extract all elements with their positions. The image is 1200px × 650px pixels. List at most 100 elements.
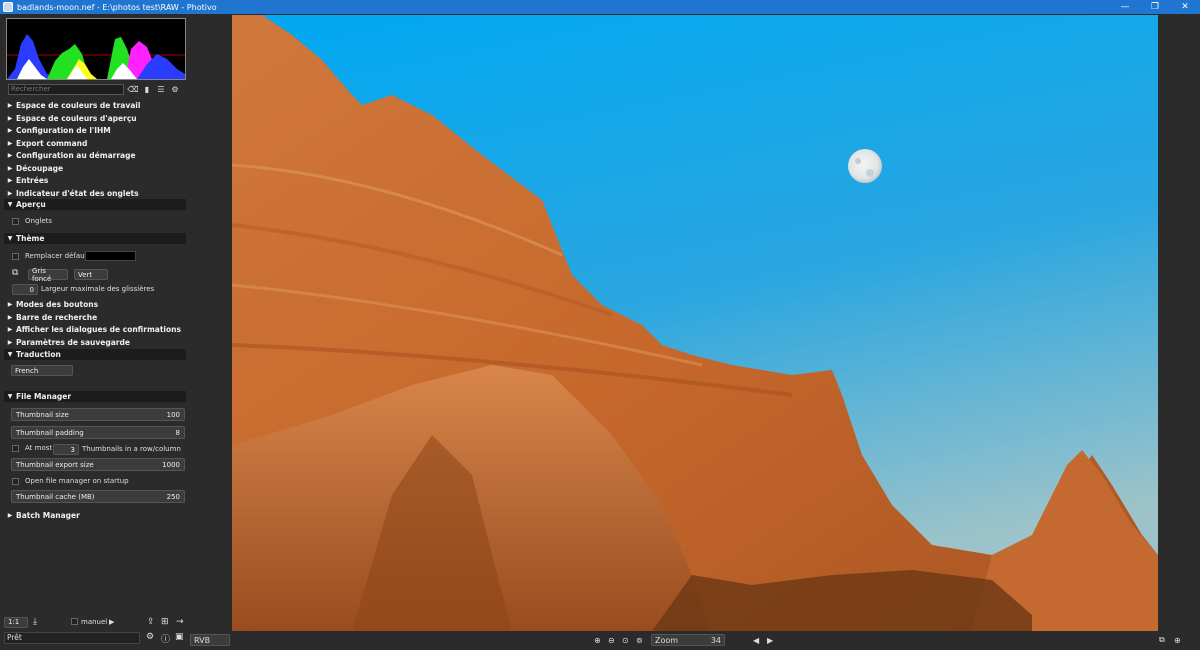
zoom-in-icon[interactable]: ⊕ [594, 634, 601, 646]
section-apercu[interactable]: ▼ Aperçu [4, 199, 186, 210]
clear-search-icon[interactable]: ⌫ [127, 84, 138, 95]
gear-icon[interactable]: ⚙ [170, 84, 180, 95]
language-select[interactable]: French [11, 365, 73, 376]
section-label: Thème [16, 234, 45, 243]
thumbnail-size-value: 100 [166, 410, 180, 419]
section-indicateur-onglets[interactable]: ▶ Indicateur d'état des onglets [4, 188, 186, 199]
app-icon [3, 2, 13, 12]
expand-arrow-icon: ▶ [7, 127, 13, 134]
remplacer-checkbox[interactable] [12, 252, 19, 260]
onglets-label: Onglets [25, 217, 53, 225]
thumbnail-size-slider[interactable]: Thumbnail size 100 [11, 408, 185, 421]
slider-width-input[interactable]: 0 [12, 284, 38, 295]
download-icon[interactable]: ⤓ [33, 617, 37, 627]
section-label: Configuration de l'IHM [16, 126, 111, 135]
collapse-arrow-icon: ▼ [7, 393, 13, 400]
bookmark-icon[interactable]: ▮ [142, 84, 152, 95]
left-toolbar: 1:1 ⤓ manuel ▶ ⇪ ⊞ → [0, 616, 190, 628]
section-label: Aperçu [16, 200, 46, 209]
zoom-fit-icon[interactable]: ⊙ [622, 634, 629, 646]
section-label: Batch Manager [16, 511, 80, 520]
section-label: Entrées [16, 176, 49, 185]
onglets-checkbox[interactable] [12, 217, 19, 225]
thumbnail-cache-slider[interactable]: Thumbnail cache (MB) 250 [11, 490, 185, 503]
thumbnail-padding-slider[interactable]: Thumbnail padding 8 [11, 426, 185, 439]
photo-badlands-moon [232, 15, 1158, 631]
section-label: Paramètres de sauvegarde [16, 337, 130, 347]
remplacer-label: Remplacer défaut [25, 252, 88, 260]
expand-arrow-icon: ▶ [7, 139, 13, 147]
manuel-checkbox[interactable] [71, 618, 78, 625]
settings-icon[interactable]: ⚙ [146, 632, 154, 642]
color-mode-select[interactable]: RVB [190, 634, 230, 646]
section-batch-manager[interactable]: ▶ Batch Manager [4, 510, 186, 521]
manuel-label: manuel [81, 618, 108, 626]
collapse-arrow-icon: ▼ [7, 235, 13, 242]
thumbnail-padding-label: Thumbnail padding [16, 428, 84, 437]
at-most-checkbox[interactable] [12, 444, 19, 452]
next-image-icon[interactable]: ▶ [767, 634, 773, 646]
tile-view-icon[interactable]: ⧉ [1159, 634, 1165, 646]
batch-add-icon[interactable]: ⊞ [161, 617, 169, 627]
section-label: Indicateur d'état des onglets [16, 188, 139, 198]
onglets-option[interactable]: Onglets [12, 217, 52, 225]
expand-arrow-icon: ▶ [7, 114, 13, 122]
previous-image-icon[interactable]: ◀ [753, 634, 759, 646]
zoom-ratio-select[interactable]: 1:1 [4, 616, 28, 628]
expand-arrow-icon: ▶ [7, 338, 13, 346]
search-input[interactable]: Rechercher [8, 84, 124, 95]
thumbnail-export-value: 1000 [162, 460, 180, 469]
section-file-manager[interactable]: ▼ File Manager [4, 391, 186, 402]
section-espace-travail[interactable]: ▶ Espace de couleurs de travail [4, 100, 186, 111]
play-icon[interactable]: ▶ [109, 618, 114, 626]
histogram [6, 18, 186, 80]
section-label: Espace de couleurs d'aperçu [16, 113, 137, 123]
at-most-label: At most [25, 444, 53, 452]
viewport-right-margin [1158, 14, 1200, 631]
thumbnails-rowcol-label: Thumbnails in a row/column [82, 445, 181, 453]
section-config-demarrage[interactable]: ▶ Configuration au démarrage [4, 150, 186, 161]
section-entrees[interactable]: ▶ Entrées [4, 175, 186, 186]
section-traduction[interactable]: ▼ Traduction [4, 349, 186, 360]
color-swatch[interactable] [85, 251, 136, 261]
thumbnail-export-slider[interactable]: Thumbnail export size 1000 [11, 458, 185, 471]
zoom-field[interactable]: Zoom 34 [651, 634, 725, 646]
image-viewport[interactable] [232, 15, 1158, 631]
section-barre-recherche[interactable]: ▶ Barre de recherche [4, 312, 186, 323]
section-decoupage[interactable]: ▶ Découpage [4, 163, 186, 174]
zoom-out-icon[interactable]: ⊖ [608, 634, 615, 646]
theme-select[interactable]: Gris foncé [28, 267, 68, 283]
at-most-option[interactable]: At most [12, 444, 52, 452]
list-icon[interactable]: ☰ [156, 84, 166, 95]
minimize-button[interactable]: — [1110, 0, 1140, 14]
fullscreen-icon[interactable]: ▣ [175, 632, 184, 642]
info-icon[interactable]: ⓘ [161, 632, 170, 645]
zoom-100-icon[interactable]: ⊚ [636, 634, 643, 646]
export-icon[interactable]: ⇪ [147, 617, 155, 627]
arrow-right-icon[interactable]: → [176, 617, 184, 627]
expand-arrow-icon: ▶ [7, 326, 13, 333]
thumbnail-size-label: Thumbnail size [16, 410, 69, 419]
open-fm-checkbox[interactable] [12, 477, 19, 485]
highlight-select[interactable]: Vert [74, 269, 108, 280]
section-espace-apercu[interactable]: ▶ Espace de couleurs d'aperçu [4, 113, 186, 124]
section-dialogues[interactable]: ▶ Afficher les dialogues de confirmations [4, 324, 186, 335]
thumbnail-cache-value: 250 [166, 492, 180, 501]
section-export-command[interactable]: ▶ Export command [4, 138, 186, 149]
section-sauvegarde[interactable]: ▶ Paramètres de sauvegarde [4, 337, 186, 348]
section-theme[interactable]: ▼ Thème [4, 233, 186, 244]
section-config-ihm[interactable]: ▶ Configuration de l'IHM [4, 125, 186, 136]
status-text: Prêt [4, 632, 140, 644]
at-most-input[interactable]: 3 [53, 444, 79, 455]
close-button[interactable]: ✕ [1170, 0, 1200, 14]
expand-arrow-icon: ▶ [7, 164, 13, 172]
expand-arrow-icon: ▶ [7, 152, 13, 159]
section-modes-boutons[interactable]: ▶ Modes des boutons [4, 299, 186, 310]
copy-icon[interactable]: ⧉ [12, 268, 18, 278]
remplacer-option[interactable]: Remplacer défaut [12, 252, 87, 260]
window-title: badlands-moon.nef - E:\photos test\RAW -… [17, 2, 217, 12]
expand-arrow-icon: ▶ [7, 189, 13, 197]
maximize-button[interactable]: ❐ [1140, 0, 1170, 14]
zoom-window-icon[interactable]: ⊕ [1174, 634, 1181, 646]
open-fm-option[interactable]: Open file manager on startup [12, 477, 129, 485]
